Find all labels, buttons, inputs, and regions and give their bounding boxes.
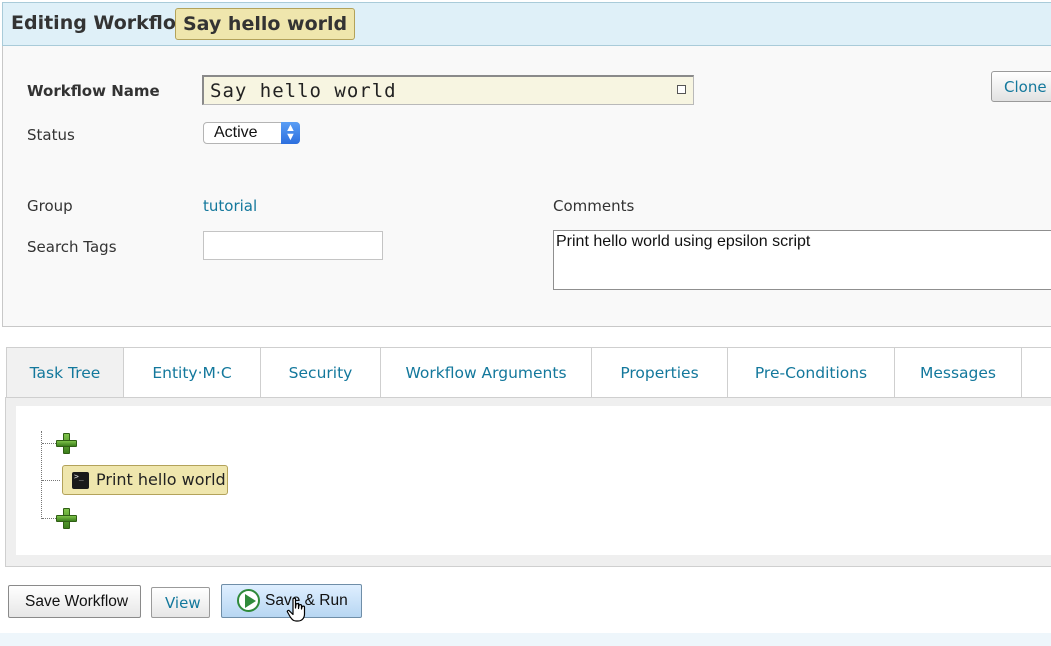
status-label: Status: [27, 126, 75, 144]
play-icon: [237, 589, 260, 612]
tab-workflow-arguments[interactable]: Workflow Arguments: [381, 347, 592, 398]
tab-messages[interactable]: Messages: [895, 347, 1022, 398]
tab-properties[interactable]: Properties: [592, 347, 728, 398]
group-link[interactable]: tutorial: [203, 197, 257, 215]
status-select-value: Active: [214, 124, 258, 141]
tree-connector: [41, 431, 42, 519]
workflow-name-badge: Say hello world: [175, 8, 356, 40]
add-task-top-icon[interactable]: [56, 433, 77, 454]
tab-overflow[interactable]: [1022, 347, 1051, 398]
tab-bar: Task Tree Entity·M·C Security Workflow A…: [6, 347, 1051, 398]
clone-button[interactable]: Clone: [991, 71, 1051, 102]
status-select[interactable]: Active ▲ ▼: [203, 122, 300, 144]
comments-label: Comments: [553, 197, 635, 215]
workflow-name-input[interactable]: Say hello world: [202, 75, 694, 105]
tree-connector: [42, 480, 60, 481]
clear-field-icon[interactable]: [677, 85, 686, 94]
view-button[interactable]: View: [151, 587, 210, 618]
hand-cursor-icon: [286, 597, 306, 622]
comments-textarea[interactable]: Print hello world using epsilon script: [553, 230, 1051, 290]
search-tags-input[interactable]: [203, 231, 383, 260]
footer-bar: [0, 633, 1051, 646]
terminal-icon: >_: [72, 472, 89, 489]
tab-task-tree[interactable]: Task Tree: [6, 347, 124, 398]
tab-pre-conditions[interactable]: Pre-Conditions: [728, 347, 895, 398]
tab-entity-mc[interactable]: Entity·M·C: [124, 347, 261, 398]
tree-connector: [42, 443, 56, 444]
save-workflow-button[interactable]: Save Workflow: [8, 585, 141, 618]
task-label: Print hello world: [96, 470, 226, 489]
page-title: Editing Workflow: [11, 12, 194, 34]
workflow-name-label: Workflow Name: [27, 82, 160, 100]
select-arrows-icon: ▲ ▼: [281, 122, 300, 144]
task-node-print-hello-world[interactable]: >_ Print hello world: [62, 465, 228, 495]
group-label: Group: [27, 197, 73, 215]
add-task-bottom-icon[interactable]: [56, 508, 77, 529]
tree-connector: [42, 518, 56, 519]
tab-security[interactable]: Security: [261, 347, 381, 398]
search-tags-label: Search Tags: [27, 238, 117, 256]
